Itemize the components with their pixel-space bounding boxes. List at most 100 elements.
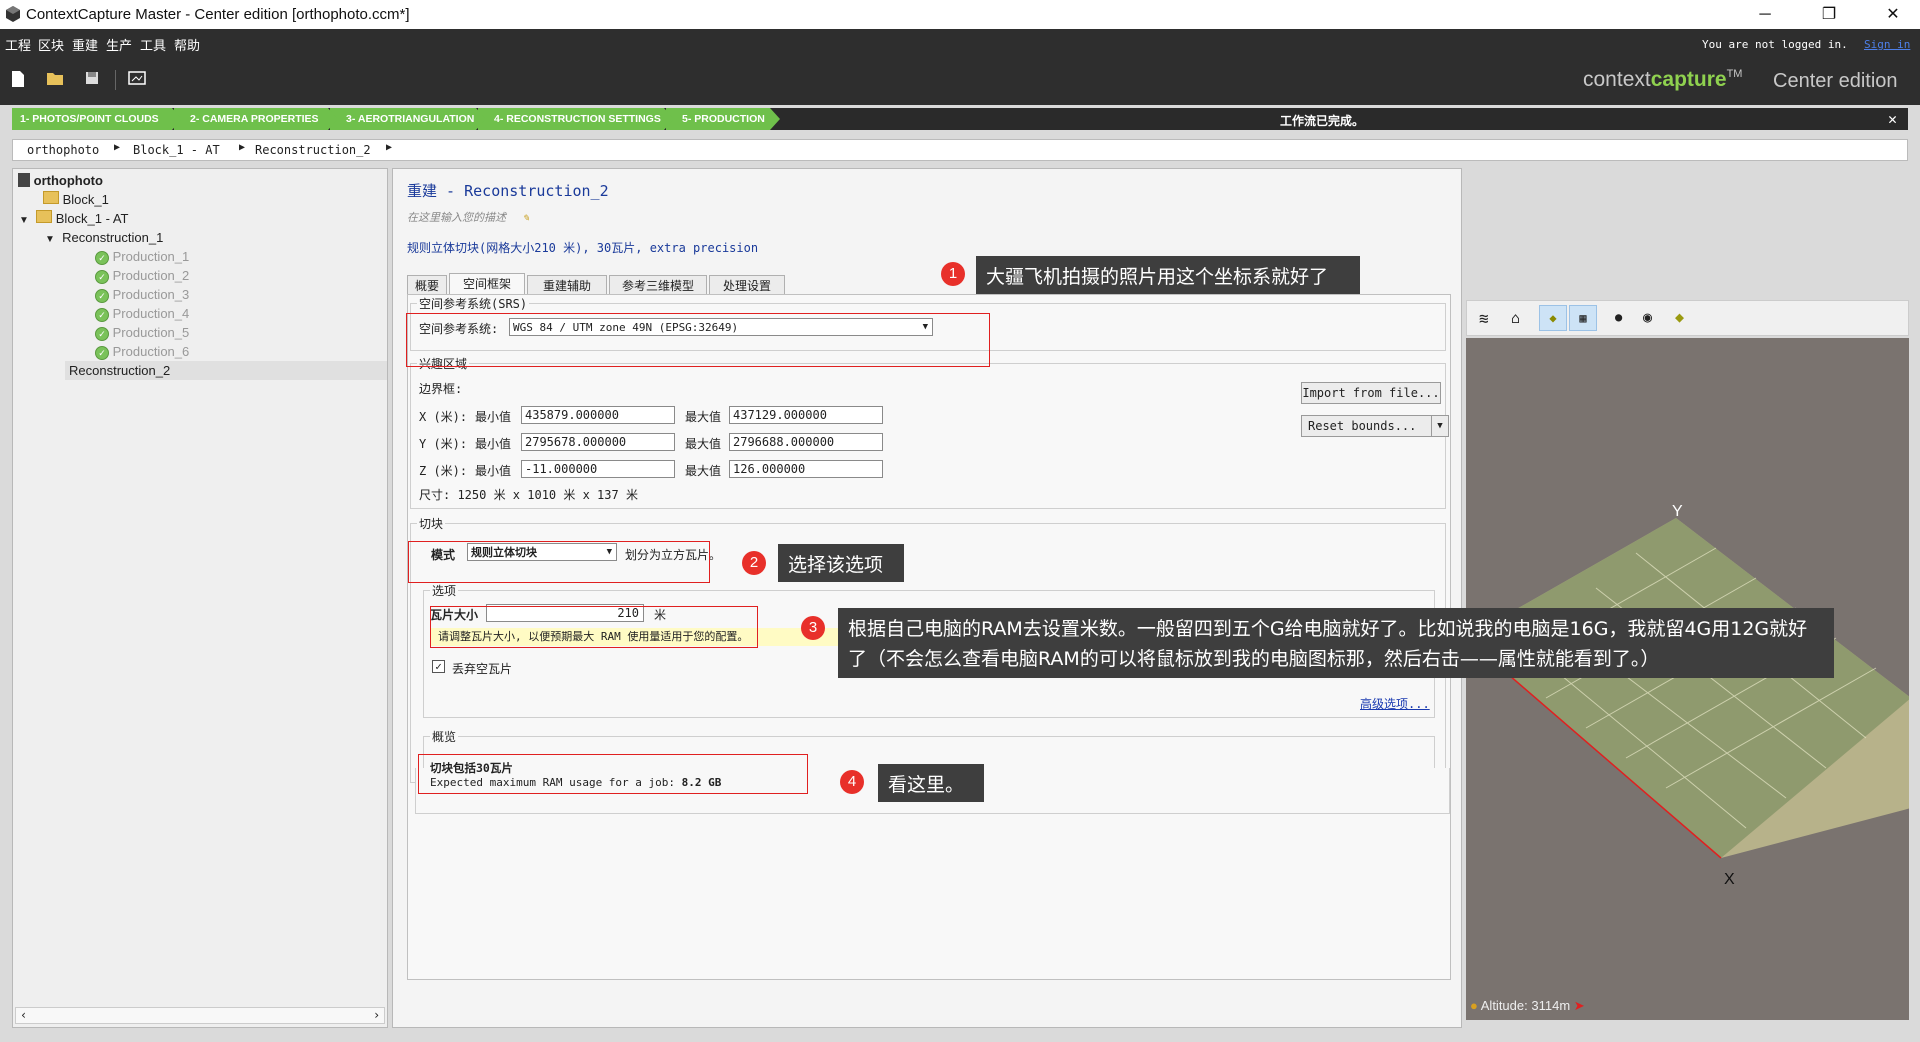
tree-root[interactable]: orthophoto	[18, 171, 103, 190]
y-min-input[interactable]: 2795678.000000	[521, 433, 675, 451]
axis-x-label: X	[1724, 871, 1735, 888]
menu-reconstruction[interactable]: 重建	[72, 35, 98, 54]
tree-production[interactable]: ✓ Production_2	[95, 266, 189, 285]
edition-label: Center edition	[1773, 70, 1898, 92]
step-camera-properties[interactable]: 2- CAMERA PROPERTIES	[174, 108, 338, 130]
import-from-file-button[interactable]: Import from file...	[1301, 382, 1441, 404]
chevron-right-icon[interactable]: ▶	[386, 142, 392, 153]
step-photos[interactable]: 1- PHOTOS/POINT CLOUDS	[12, 108, 182, 130]
grid-icon[interactable]: ▦	[1569, 305, 1597, 331]
tab-reference-3d-model[interactable]: 参考三维模型	[609, 275, 707, 295]
save-project-icon[interactable]	[84, 70, 104, 90]
discard-empty-label[interactable]: 丢弃空瓦片	[452, 660, 512, 677]
expand-icon[interactable]: ▼	[19, 215, 29, 226]
tree-production[interactable]: ✓ Production_5	[95, 323, 189, 342]
z-max-input[interactable]: 126.000000	[729, 460, 883, 478]
workflow-status: 工作流已完成。	[1280, 114, 1365, 128]
callout-4: 看这里。	[878, 764, 984, 802]
menu-project[interactable]: 工程	[5, 35, 31, 54]
breadcrumb-block[interactable]: Block_1 - AT	[133, 143, 220, 157]
axis-y-label: Y	[1672, 503, 1683, 520]
scroll-left-icon[interactable]: ‹	[20, 1008, 27, 1022]
project-tree: orthophoto Block_1 ▼ Block_1 - AT ▼ Reco…	[12, 168, 388, 1028]
breadcrumb-reconstruction[interactable]: Reconstruction_2	[255, 143, 371, 157]
home-icon[interactable]: ⌂	[1511, 309, 1520, 327]
step-aerotriangulation[interactable]: 3- AEROTRIANGULATION	[330, 108, 486, 130]
close-window-button[interactable]: ✕	[1870, 0, 1916, 29]
app-icon	[5, 5, 21, 23]
callout-4-number: 4	[840, 770, 864, 794]
menu-tools[interactable]: 工具	[140, 35, 166, 54]
menu-production[interactable]: 生产	[106, 35, 132, 54]
tree-block1[interactable]: Block_1	[43, 190, 109, 209]
minimize-button[interactable]: ─	[1742, 0, 1788, 29]
tab-overview[interactable]: 概要	[407, 275, 447, 295]
project-icon	[18, 173, 30, 187]
callout-1: 大疆飞机拍摄的照片用这个坐标系就好了	[976, 256, 1360, 294]
tree-production[interactable]: ✓ Production_6	[95, 342, 189, 361]
tree-reconstruction-2[interactable]: Reconstruction_2	[65, 361, 387, 380]
reset-bounds-button[interactable]: Reset bounds... ▼	[1301, 415, 1449, 437]
breadcrumb-project[interactable]: orthophoto	[27, 143, 99, 157]
3d-viewer[interactable]: Y X ● Altitude: 3114m ➤	[1465, 338, 1911, 1020]
done-check-icon: ✓	[95, 308, 109, 322]
y-max-label: 最大值	[685, 437, 722, 451]
y-axis-label: Y (米):	[419, 437, 468, 451]
login-status: You are not logged in.	[1702, 38, 1848, 51]
brand-logo: contextcaptureTM	[1583, 68, 1743, 91]
monitor-icon[interactable]	[128, 70, 148, 90]
cube-icon[interactable]: ◆	[1539, 305, 1567, 331]
callout-1-number: 1	[941, 262, 965, 286]
y-max-input[interactable]: 2796688.000000	[729, 433, 883, 451]
menu-bar: 工程 区块 重建 生产 工具 帮助 You are not logged in.…	[0, 29, 1920, 58]
x-min-input[interactable]: 435879.000000	[521, 406, 675, 424]
scroll-right-icon[interactable]: ›	[373, 1008, 380, 1022]
title-bar: ContextCapture Master - Center edition […	[0, 0, 1920, 29]
tree-production[interactable]: ✓ Production_3	[95, 285, 189, 304]
expand-icon[interactable]: ▼	[45, 234, 55, 245]
tree-production[interactable]: ✓ Production_1	[95, 247, 189, 266]
overview-group-title: 概览	[430, 728, 459, 745]
tab-reconstruction-aid[interactable]: 重建辅助	[527, 275, 607, 295]
model-cube-icon[interactable]: ◆	[1675, 308, 1684, 326]
bounds-label: 边界框:	[419, 382, 463, 396]
tab-spatial-framework[interactable]: 空间框架	[449, 273, 525, 295]
maximize-button[interactable]: ❐	[1806, 0, 1852, 29]
step-reconstruction-settings[interactable]: 4- RECONSTRUCTION SETTINGS	[478, 108, 674, 130]
viewer-toolbar: ≋ ⌂ ◆ ▦ ● ◉ ◆	[1466, 300, 1909, 336]
small-camera-icon[interactable]: ●	[1615, 310, 1622, 324]
step-production[interactable]: 5- PRODUCTION	[666, 108, 780, 130]
page-title: 重建 - Reconstruction_2	[407, 182, 609, 200]
workflow-steps: 1- PHOTOS/POINT CLOUDS 2- CAMERA PROPERT…	[12, 108, 1908, 130]
callout-2: 选择该选项	[778, 544, 904, 582]
camera-icon[interactable]: ◉	[1643, 308, 1652, 326]
menu-help[interactable]: 帮助	[174, 35, 200, 54]
description-field[interactable]: 在这里输入您的描述 ✎	[407, 209, 529, 225]
advanced-options-link[interactable]: 高级选项...	[1360, 695, 1430, 712]
toolbar: contextcaptureTM Center edition	[0, 58, 1920, 105]
close-steps-icon[interactable]: ✕	[1888, 110, 1897, 128]
edit-pencil-icon[interactable]: ✎	[523, 211, 530, 224]
new-project-icon[interactable]	[10, 70, 30, 90]
y-min-label: 最小值	[475, 437, 512, 451]
horizontal-scrollbar[interactable]: ‹ ›	[15, 1007, 385, 1024]
sign-in-link[interactable]: Sign in	[1864, 38, 1910, 51]
x-max-input[interactable]: 437129.000000	[729, 406, 883, 424]
layers-icon[interactable]: ≋	[1479, 309, 1489, 328]
tiling-group-title: 切块	[417, 515, 446, 532]
open-project-icon[interactable]	[46, 70, 66, 90]
discard-empty-checkbox[interactable]: ✓	[432, 660, 445, 673]
tree-reconstruction-1[interactable]: ▼ Reconstruction_1	[45, 228, 163, 247]
done-check-icon: ✓	[95, 251, 109, 265]
tile-model-view: Y X	[1465, 503, 1911, 888]
chevron-down-icon[interactable]: ▼	[1431, 416, 1448, 436]
tree-production[interactable]: ✓ Production_4	[95, 304, 189, 323]
tab-processing-settings[interactable]: 处理设置	[709, 275, 785, 295]
bbox-size: 尺寸: 1250 米 x 1010 米 x 137 米	[419, 488, 638, 502]
z-min-input[interactable]: -11.000000	[521, 460, 675, 478]
menu-block[interactable]: 区块	[38, 35, 64, 54]
breadcrumb: orthophoto ▶ Block_1 - AT ▶ Reconstructi…	[12, 139, 1908, 161]
callout-3-number: 3	[801, 616, 825, 640]
folder-icon	[36, 210, 53, 223]
tree-block-at[interactable]: ▼ Block_1 - AT	[19, 209, 129, 228]
